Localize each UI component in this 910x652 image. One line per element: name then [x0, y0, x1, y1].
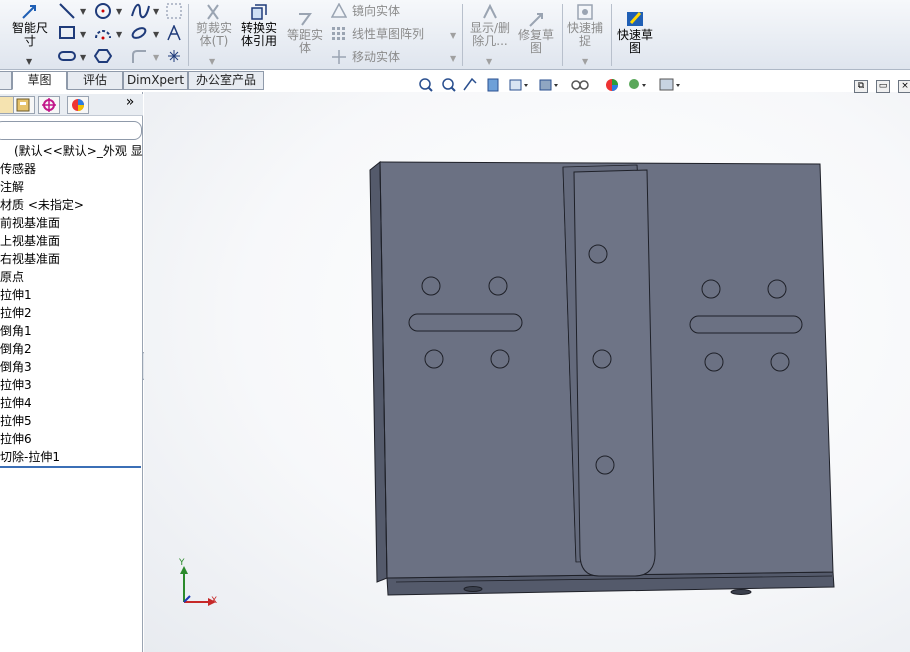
circle-icon[interactable]	[94, 2, 112, 23]
trim-dropdown-icon[interactable]: ▼	[209, 57, 215, 66]
tree-item-extrude1[interactable]: 拉伸1	[0, 286, 143, 304]
polygon-icon[interactable]	[93, 48, 113, 67]
move-entities-icon[interactable]	[331, 49, 347, 68]
tab-features-partial[interactable]	[0, 71, 12, 90]
apply-scene-icon[interactable]	[629, 79, 646, 89]
line-dropdown-icon[interactable]: ▼	[80, 7, 86, 16]
move-entities-button[interactable]: 移动实体	[352, 50, 400, 64]
tree-item-extrude5[interactable]: 拉伸5	[0, 412, 143, 430]
quick-snaps-button[interactable]: 快速捕 捉	[564, 22, 606, 48]
part-model[interactable]	[144, 92, 910, 652]
rectangle-dropdown-icon[interactable]: ▼	[80, 30, 86, 39]
mirror-entities-icon[interactable]	[330, 2, 348, 22]
ribbon-separator	[462, 4, 463, 66]
tree-item-part[interactable]: (默认<<默认>_外观 显示	[0, 142, 143, 160]
zoom-area-icon[interactable]	[442, 78, 456, 92]
tree-item-top-plane[interactable]: 上视基准面	[0, 232, 143, 250]
mirror-entities-button[interactable]: 镜向实体	[352, 4, 400, 18]
tree-item-origin[interactable]: 原点	[0, 268, 143, 286]
previous-view-icon[interactable]	[463, 77, 477, 91]
point-icon[interactable]	[166, 48, 182, 67]
arc-dropdown-icon[interactable]: ▼	[116, 30, 122, 39]
view-settings-icon[interactable]	[659, 78, 680, 91]
circle-dropdown-icon[interactable]: ▼	[116, 7, 122, 16]
property-manager-tab-icon[interactable]	[13, 96, 35, 114]
text-icon[interactable]	[166, 24, 182, 44]
fillet-dropdown-icon[interactable]: ▼	[153, 53, 159, 62]
ellipse-dropdown-icon[interactable]: ▼	[153, 30, 159, 39]
zoom-to-fit-icon[interactable]	[419, 78, 433, 92]
smart-dimension-button[interactable]: 智能尺 寸	[8, 22, 52, 48]
ribbon-separator	[188, 4, 189, 66]
tree-item-extrude2[interactable]: 拉伸2	[0, 304, 143, 322]
hide-show-items-icon[interactable]	[571, 80, 589, 90]
spline-dropdown-icon[interactable]: ▼	[153, 7, 159, 16]
display-delete-relations-button[interactable]: 显示/删 除几...	[466, 22, 514, 48]
tree-filter-input[interactable]	[0, 121, 142, 140]
tree-item-right-plane[interactable]: 右视基准面	[0, 250, 143, 268]
arc-icon[interactable]	[94, 25, 112, 44]
slot-dropdown-icon[interactable]: ▼	[80, 53, 86, 62]
edit-appearance-icon[interactable]	[606, 79, 618, 91]
tab-office-products[interactable]: 办公室产品	[188, 71, 264, 90]
slot-icon[interactable]	[58, 48, 76, 67]
triad-y-label: Y	[179, 558, 185, 568]
repair-sketch-button[interactable]: 修复草 图	[515, 29, 557, 55]
convert-entities-button[interactable]: 转换实 体引用	[237, 22, 281, 48]
linear-pattern-dropdown-icon[interactable]: ▼	[450, 31, 456, 40]
tree-item-front-plane[interactable]: 前视基准面	[0, 214, 143, 232]
tree-item-extrude3[interactable]: 拉伸3	[0, 376, 143, 394]
panel-toolbar: »	[0, 94, 143, 116]
spline-icon[interactable]	[130, 2, 150, 23]
tab-sketch[interactable]: 草图	[12, 71, 67, 90]
rapid-sketch-button[interactable]: 快速草 图	[614, 29, 656, 55]
tree-item-sensors[interactable]: 传感器	[0, 160, 143, 178]
line-icon[interactable]	[58, 2, 76, 23]
command-manager-ribbon: 智能尺 寸 ▼ ▼ ▼ ▼ ▼ ▼ ▼ ▼ ▼ 剪裁实 体(T) ▼ 转换实 体…	[0, 0, 910, 70]
tree-item-annotations[interactable]: 注解	[0, 178, 143, 196]
graphics-viewport[interactable]: ⧉ ▭ × Y X	[144, 77, 910, 652]
ribbon-separator	[562, 4, 563, 66]
fillet-sketch-icon[interactable]	[130, 48, 148, 67]
tree-item-cut-extrude1[interactable]: 切除-拉伸1	[0, 448, 143, 466]
tree-item-chamfer3[interactable]: 倒角3	[0, 358, 143, 376]
offset-entities-button[interactable]: 等距实 体	[284, 29, 326, 55]
feature-tree-tab-icon[interactable]	[0, 96, 14, 114]
tree-item-extrude4[interactable]: 拉伸4	[0, 394, 143, 412]
tree-item-chamfer1[interactable]: 倒角1	[0, 322, 143, 340]
linear-pattern-button[interactable]: 线性草图阵列	[352, 27, 424, 41]
display-relations-dropdown-icon[interactable]: ▼	[486, 57, 492, 66]
configuration-manager-tab-icon[interactable]	[38, 96, 60, 114]
smart-dimension-dropdown-icon[interactable]: ▼	[26, 57, 32, 66]
tab-dimxpert[interactable]: DimXpert	[123, 71, 188, 90]
tree-item-chamfer2[interactable]: 倒角2	[0, 340, 143, 358]
rollback-bar[interactable]	[0, 466, 141, 468]
linear-pattern-icon[interactable]	[331, 26, 347, 45]
ribbon-separator	[611, 4, 612, 66]
display-manager-tab-icon[interactable]	[67, 96, 89, 114]
display-style-icon[interactable]	[539, 79, 558, 91]
ellipse-icon[interactable]	[130, 25, 148, 44]
tree-item-material[interactable]: 材质 <未指定>	[0, 196, 143, 214]
view-orientation-icon[interactable]	[509, 79, 528, 91]
grid-icon[interactable]	[166, 3, 182, 22]
coordinate-triad: Y X	[174, 558, 224, 612]
panel-more-icon[interactable]: »	[123, 95, 137, 109]
rectangle-icon[interactable]	[58, 25, 76, 44]
triad-x-label: X	[211, 596, 218, 606]
quick-snaps-dropdown-icon[interactable]: ▼	[582, 57, 588, 66]
trim-entities-button[interactable]: 剪裁实 体(T)	[193, 22, 235, 48]
feature-manager-panel: » (默认<<默认>_外观 显示 传感器 注解 材质 <未指定> 前视基准面 上…	[0, 92, 143, 652]
section-view-icon[interactable]	[487, 78, 499, 92]
move-dropdown-icon[interactable]: ▼	[450, 54, 456, 63]
tree-item-extrude6[interactable]: 拉伸6	[0, 430, 143, 448]
tab-evaluate[interactable]: 评估	[67, 71, 123, 90]
